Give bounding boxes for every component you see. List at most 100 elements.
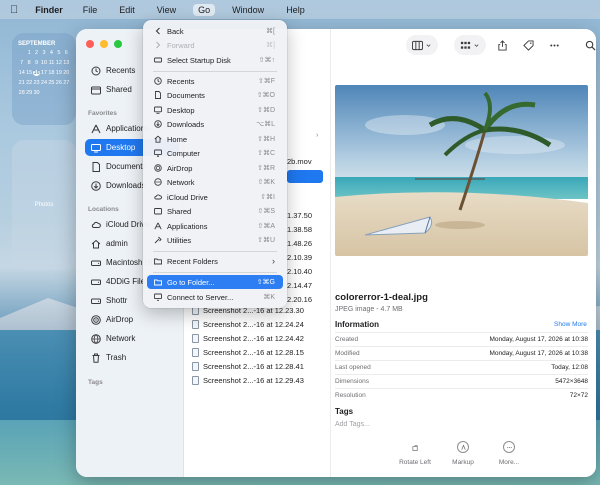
- ellipsis-icon: [503, 441, 515, 453]
- menu-file[interactable]: File: [78, 4, 103, 16]
- menu-item-label: iCloud Drive: [167, 192, 208, 202]
- menu-item-downloads[interactable]: Downloads ⌥⌘L: [147, 117, 283, 131]
- group-button[interactable]: [454, 35, 486, 55]
- apple-menu-icon[interactable]: : [10, 4, 18, 16]
- markup-button[interactable]: Markup: [443, 441, 483, 466]
- beach-photo: [335, 85, 588, 256]
- menu-item-connect-to-server[interactable]: Connect to Server... ⌘K: [147, 290, 283, 304]
- file-row[interactable]: Screenshot 2...-16 at 12.29.43: [192, 373, 324, 387]
- airdrop-icon: [153, 164, 162, 173]
- photos-widget[interactable]: Photos: [12, 140, 76, 270]
- menu-item-label: Back: [167, 26, 184, 36]
- menu-item-label: Computer: [167, 148, 200, 158]
- file-time-partial[interactable]: 2.14.47: [287, 281, 312, 290]
- menu-item-applications[interactable]: Applications ⇧⌘A: [147, 219, 283, 233]
- calendar-day: 4: [49, 50, 53, 56]
- file-row-name: Screenshot 2...-16 at 12.29.43: [203, 375, 304, 385]
- menu-item-shortcut: ⇧⌘K: [257, 179, 275, 186]
- sidebar-item-label: Trash: [106, 353, 127, 362]
- disk-image-icon: [90, 276, 101, 287]
- more-button[interactable]: [544, 35, 564, 55]
- calendar-day: 3: [42, 50, 46, 56]
- menu-item-label: Utilities: [167, 235, 192, 245]
- share-button[interactable]: [492, 35, 512, 55]
- selected-file-row[interactable]: [287, 170, 323, 183]
- zoom-button[interactable]: [114, 40, 122, 48]
- rotate-left-button[interactable]: Rotate Left: [395, 441, 435, 466]
- file-time-partial[interactable]: 2.10.40: [287, 267, 312, 276]
- preview-image: [335, 85, 588, 256]
- info-row-created: Created Monday, August 17, 2026 at 10:38: [335, 332, 588, 346]
- menu-item-label: Desktop: [167, 105, 195, 115]
- calendar-day: 9: [35, 60, 39, 66]
- menu-item-utilities[interactable]: Utilities ⇧⌘U: [147, 233, 283, 247]
- menu-item-go-to-folder[interactable]: Go to Folder... ⇧⌘G: [147, 275, 283, 289]
- menu-item-back[interactable]: Back ⌘[: [147, 24, 283, 38]
- menu-window[interactable]: Window: [227, 4, 269, 16]
- sidebar-item-network[interactable]: Network: [85, 330, 179, 347]
- add-tags-field[interactable]: Add Tags...: [335, 421, 370, 428]
- file-row[interactable]: Screenshot 2...-16 at 12.24.24: [192, 317, 324, 331]
- menu-view[interactable]: View: [152, 4, 181, 16]
- chevron-down-icon: [426, 43, 431, 47]
- disk-image-icon: [90, 295, 101, 306]
- file-row-name: Screenshot 2...-16 at 12.28.41: [203, 361, 304, 371]
- menu-item-shared[interactable]: Shared ⇧⌘S: [147, 204, 283, 218]
- menu-item-documents[interactable]: Documents ⇧⌘O: [147, 88, 283, 102]
- calendar-day: 10: [40, 60, 48, 66]
- calendar-blank: [18, 50, 25, 56]
- markup-icon: [457, 441, 469, 453]
- file-name-partial[interactable]: 2b.mov: [287, 157, 312, 166]
- file-row[interactable]: Screenshot 2...-16 at 12.28.15: [192, 345, 324, 359]
- menu-item-forward[interactable]: Forward ⌘]: [147, 38, 283, 52]
- menu-item-icloud-drive[interactable]: iCloud Drive ⇧⌘I: [147, 190, 283, 204]
- file-time-partial[interactable]: 1.37.50: [287, 211, 312, 220]
- menu-item-computer[interactable]: Computer ⇧⌘C: [147, 146, 283, 160]
- menu-item-airdrop[interactable]: AirDrop ⇧⌘R: [147, 161, 283, 175]
- calendar-day: 15: [26, 70, 33, 76]
- minimize-button[interactable]: [100, 40, 108, 48]
- menu-item-recent-folders[interactable]: Recent Folders ›: [147, 254, 283, 268]
- menu-item-recents[interactable]: Recents ⇧⌘F: [147, 74, 283, 88]
- info-value: Today, 12:08: [551, 364, 588, 371]
- show-more-link[interactable]: Show More: [554, 321, 587, 328]
- folder-icon: [153, 278, 162, 287]
- sidebar-item-label: admin: [106, 239, 128, 248]
- favorites-header: Favorites: [88, 110, 117, 117]
- close-button[interactable]: [86, 40, 94, 48]
- menu-go[interactable]: Go: [193, 3, 216, 16]
- chevron-right-icon: [153, 41, 162, 50]
- menu-separator: [153, 251, 277, 252]
- search-button[interactable]: [580, 35, 596, 55]
- calendar-day: 30: [33, 90, 40, 96]
- file-time-partial[interactable]: 1.48.26: [287, 239, 312, 248]
- shared-folder-icon: [90, 84, 101, 95]
- document-icon: [153, 91, 162, 100]
- file-row[interactable]: Screenshot 2...-16 at 12.24.42: [192, 331, 324, 345]
- file-time-partial[interactable]: 2.10.39: [287, 253, 312, 262]
- file-row[interactable]: Screenshot 2...-16 at 12.28.41: [192, 359, 324, 373]
- tag-button[interactable]: [518, 35, 538, 55]
- menu-item-select-startup-disk[interactable]: Select Startup Disk ⇧⌘↑: [147, 53, 283, 67]
- menu-finder[interactable]: Finder: [30, 4, 68, 16]
- sidebar-item-airdrop[interactable]: AirDrop: [85, 311, 179, 328]
- view-columns-button[interactable]: [406, 35, 438, 55]
- file-row-name: Screenshot 2...-16 at 12.28.15: [203, 347, 304, 357]
- menu-help[interactable]: Help: [281, 4, 310, 16]
- go-menu: Back ⌘[ Forward ⌘] Select Startup Disk ⇧…: [143, 20, 287, 308]
- airdrop-icon: [90, 314, 101, 325]
- menu-item-desktop[interactable]: Desktop ⇧⌘D: [147, 103, 283, 117]
- startup-disk-icon: [153, 56, 162, 65]
- menu-edit[interactable]: Edit: [114, 4, 140, 16]
- file-row-name: Screenshot 2...-16 at 12.24.42: [203, 333, 304, 343]
- menu-item-home[interactable]: Home ⇧⌘H: [147, 132, 283, 146]
- more-actions-button[interactable]: More...: [489, 441, 529, 466]
- menu-item-network[interactable]: Network ⇧⌘K: [147, 175, 283, 189]
- window-controls: [86, 40, 122, 48]
- sidebar-item-trash[interactable]: Trash: [85, 349, 179, 366]
- file-time-partial[interactable]: 1.38.58: [287, 225, 312, 234]
- info-key: Created: [335, 336, 359, 343]
- calendar-widget[interactable]: SEPTEMBER 1 2 3 4 5 6 7 8 9 10 11 12 13 14 15 16 17 18 19 2…: [12, 33, 76, 125]
- calendar-day: 19: [55, 70, 62, 76]
- applications-icon: [153, 222, 162, 231]
